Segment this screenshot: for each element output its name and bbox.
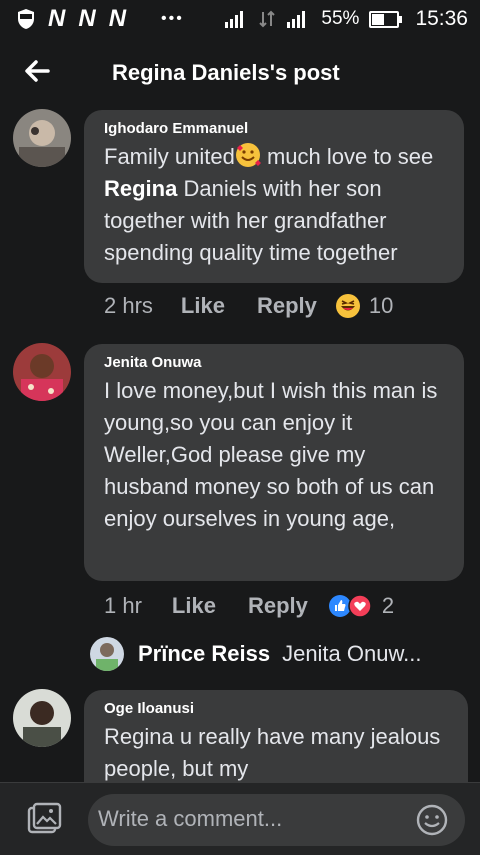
avatar[interactable] [13,343,71,401]
comment-author[interactable]: Jenita Onuwa [104,354,444,371]
smiling-hearts-emoji-icon [235,142,261,168]
like-button[interactable]: Like [172,593,216,619]
comment-author[interactable]: Ighodaro Emmanuel [104,120,444,137]
reply-snippet[interactable]: Jenita Onuw... [282,641,421,667]
comment-actions: 1 hr Like Reply 2 [104,593,394,619]
comment-input-placeholder: Write a comment... [98,806,283,831]
avatar[interactable] [13,689,71,747]
emoji-icon[interactable] [415,803,449,837]
photo-icon[interactable] [26,801,62,837]
comment-time[interactable]: 2 hrs [104,293,153,319]
love-reaction-icon[interactable] [348,594,372,618]
comment-actions: 2 hrs Like Reply 10 [104,293,393,319]
carrier-icon: N [108,5,128,32]
comment-author[interactable]: Oge Iloanusi [104,700,448,717]
signal-icon-2 [287,11,306,28]
comment-bubble[interactable]: Jenita Onuwa I love money,but I wish thi… [84,344,464,581]
comment-input[interactable]: Write a comment... [88,794,465,846]
comment-text: Family united much love to see Regina Da… [104,142,434,265]
more-notifications-icon: ••• [161,10,184,27]
haha-emoji-icon[interactable] [335,293,361,319]
clock: 15:36 [415,7,468,30]
reply-button[interactable]: Reply [248,593,308,619]
battery-icon [369,10,403,28]
battery-percent: 55% [321,8,360,29]
top-app-bar: Regina Daniels's post [0,38,480,106]
comment-time[interactable]: 1 hr [104,593,142,619]
signal-icon [225,11,244,28]
comment-text: I love money,but I wish this man is youn… [104,378,438,531]
comment-bubble[interactable]: Ighodaro Emmanuel Family united much lov… [84,110,464,283]
page-title: Regina Daniels's post [112,60,340,85]
shield-icon [18,9,34,29]
like-button[interactable]: Like [181,293,225,319]
back-arrow-icon[interactable] [22,56,52,86]
reply-preview[interactable]: Prïnce Reiss Jenita Onuw... [90,636,422,672]
reply-button[interactable]: Reply [257,293,317,319]
comment-text: Regina u really have many jealous people… [104,724,441,781]
comment-composer: Write a comment... [0,782,480,855]
carrier-icon: N [78,5,97,32]
avatar[interactable] [90,637,124,671]
status-bar: N N N ••• 55% 15:36 [0,0,480,38]
reply-author[interactable]: Prïnce Reiss [138,641,270,667]
reaction-count[interactable]: 2 [382,593,394,619]
data-transfer-icon [259,10,276,28]
reaction-count[interactable]: 10 [369,293,393,319]
carrier-icon: N [48,5,67,32]
avatar[interactable] [13,109,71,167]
